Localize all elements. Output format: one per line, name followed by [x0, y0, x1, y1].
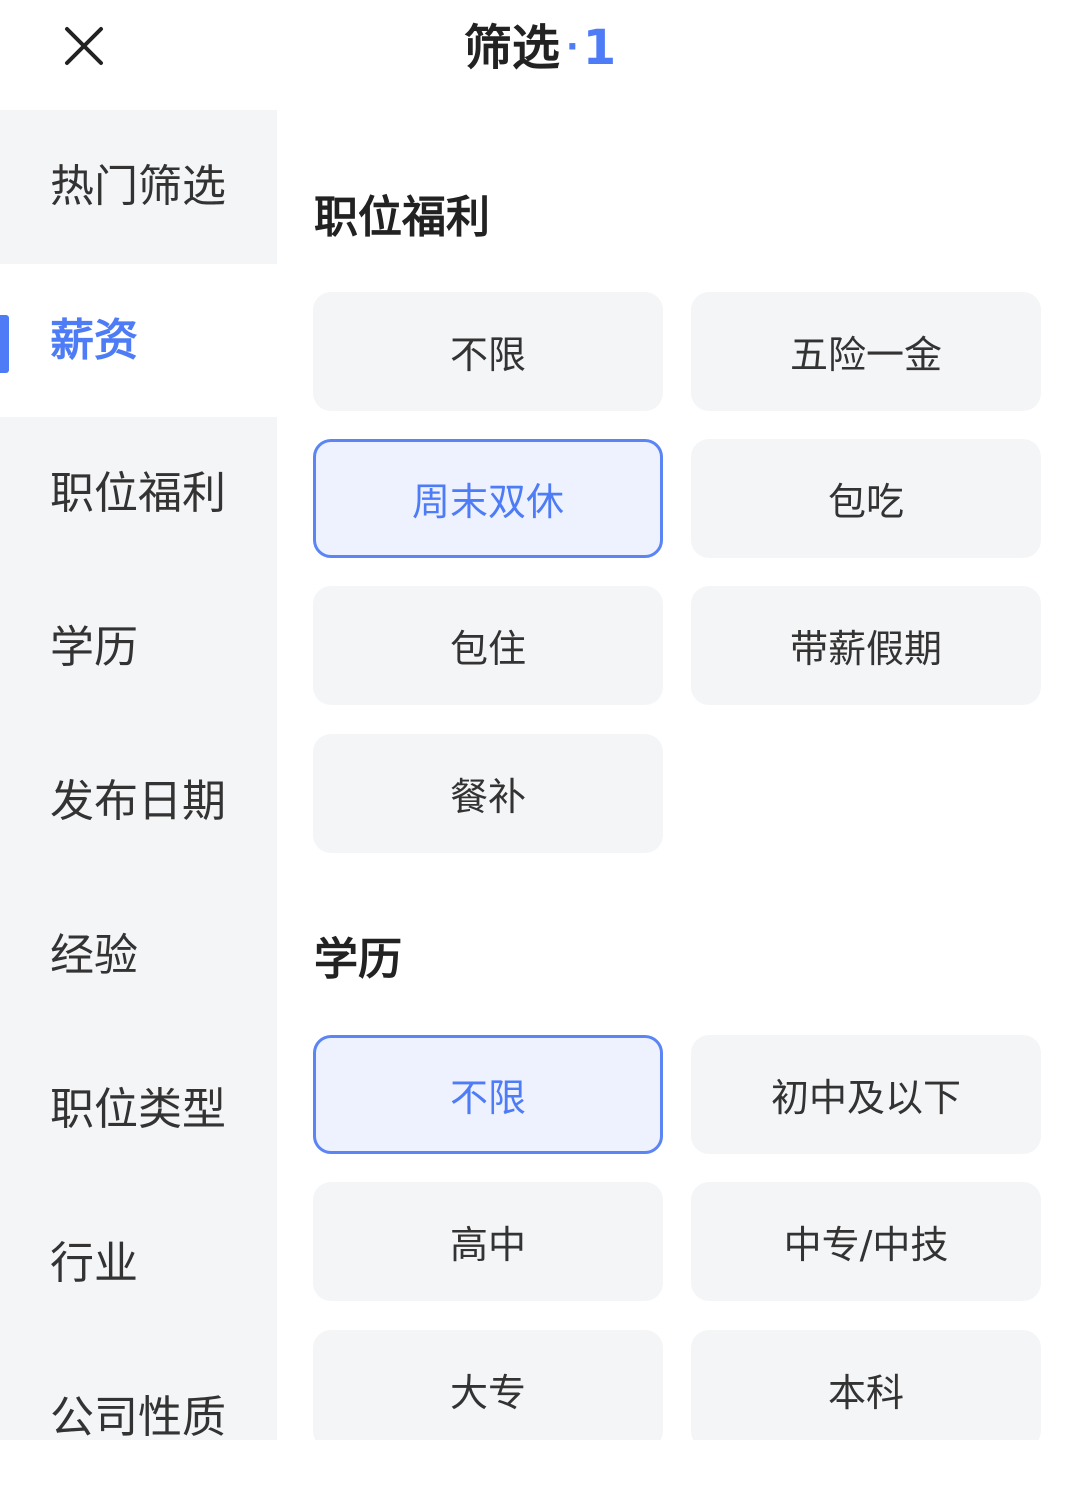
sidebar-item-label: 经验	[50, 930, 138, 981]
sidebar-item-label: 热门筛选	[50, 161, 226, 212]
option-chip-associate-degree[interactable]: 大专	[313, 1330, 663, 1440]
option-chip-benefits-unlimited[interactable]: 不限	[313, 292, 663, 411]
option-chip-high-school[interactable]: 高中	[313, 1182, 663, 1301]
sidebar-item-company-type[interactable]: 公司性质	[0, 1341, 277, 1495]
option-chip-meals-provided[interactable]: 包吃	[691, 439, 1041, 558]
option-chip-middle-school-or-below[interactable]: 初中及以下	[691, 1035, 1041, 1154]
sidebar-item-label: 公司性质	[50, 1392, 226, 1443]
sidebar-item-label: 学历	[50, 622, 138, 673]
section-title-education: 学历	[314, 934, 402, 985]
sidebar-item-job-type[interactable]: 职位类型	[0, 1033, 277, 1187]
title-text: 筛选	[463, 20, 560, 76]
option-chip-housing-provided[interactable]: 包住	[313, 586, 663, 705]
sidebar-item-industry[interactable]: 行业	[0, 1187, 277, 1341]
sidebar-item-experience[interactable]: 经验	[0, 879, 277, 1033]
selected-count-badge: 1	[582, 20, 617, 76]
option-chip-vocational-school[interactable]: 中专/中技	[691, 1182, 1041, 1301]
sidebar-item-education[interactable]: 学历	[0, 571, 277, 725]
active-indicator	[0, 315, 9, 373]
sidebar-item-label: 发布日期	[50, 776, 226, 827]
sidebar-item-label: 薪资	[50, 314, 138, 366]
option-chip-paid-leave[interactable]: 带薪假期	[691, 586, 1041, 705]
option-chip-weekends-off[interactable]: 周末双休	[313, 439, 663, 558]
sidebar-item-hot-filter[interactable]: 热门筛选	[0, 110, 277, 264]
filter-category-sidebar: 热门筛选 薪资 职位福利 学历 发布日期 经验 职位类型 行业 公司性质	[0, 110, 277, 1443]
option-chip-bachelor-degree[interactable]: 本科	[691, 1330, 1041, 1440]
option-chip-education-unlimited[interactable]: 不限	[313, 1035, 663, 1154]
sidebar-item-salary[interactable]: 薪资	[0, 264, 277, 417]
option-chip-social-insurance[interactable]: 五险一金	[691, 292, 1041, 411]
sidebar-item-post-date[interactable]: 发布日期	[0, 725, 277, 879]
section-title-benefits: 职位福利	[314, 192, 490, 243]
sidebar-item-label: 职位类型	[50, 1084, 226, 1135]
title-separator-dot: ·	[565, 27, 579, 67]
option-chip-meal-allowance[interactable]: 餐补	[313, 734, 663, 853]
sidebar-item-label: 行业	[50, 1238, 138, 1289]
sidebar-item-benefits[interactable]: 职位福利	[0, 417, 277, 571]
page-title: 筛选 ·1	[0, 14, 1080, 81]
header-bar: 筛选 ·1	[0, 0, 1080, 110]
sidebar-item-label: 职位福利	[50, 468, 226, 519]
filter-options-panel: 职位福利 不限 五险一金 周末双休 包吃 包住 带薪假期 餐补 学历 不限 初中…	[277, 110, 1080, 1440]
